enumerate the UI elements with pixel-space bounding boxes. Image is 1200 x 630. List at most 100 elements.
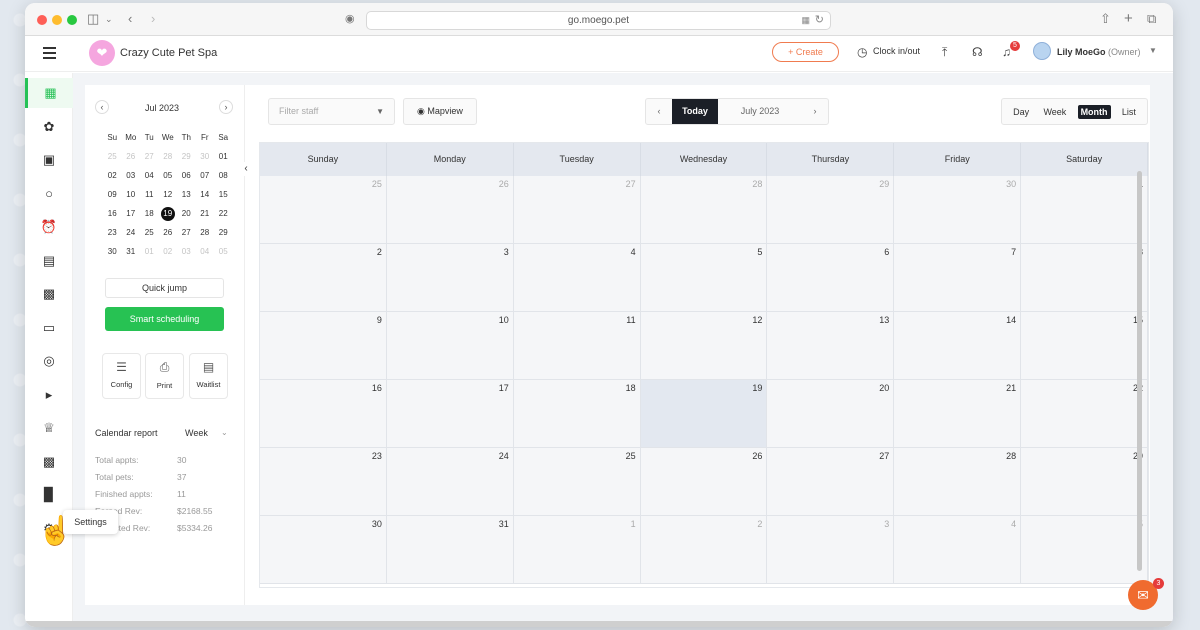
close-window-button[interactable]: [37, 15, 47, 25]
mini-day[interactable]: 05: [214, 242, 233, 261]
mini-day[interactable]: 16: [103, 204, 122, 223]
calendar-day-cell[interactable]: 30: [894, 176, 1022, 244]
next-month-icon[interactable]: ›: [219, 100, 233, 114]
calendar-day-cell[interactable]: 28: [894, 448, 1022, 516]
minimize-window-button[interactable]: [52, 15, 62, 25]
prev-period-icon[interactable]: ‹: [646, 99, 672, 124]
calendar-day-cell[interactable]: 11: [513, 312, 641, 380]
calendar-day-cell[interactable]: 20: [767, 380, 895, 448]
staff-icon[interactable]: ▩: [25, 279, 73, 309]
message-icon[interactable]: ○: [25, 179, 73, 209]
user-menu[interactable]: Lily MoeGo (Owner): [1057, 47, 1141, 57]
mini-day[interactable]: 25: [103, 147, 122, 166]
clock-in-out-button[interactable]: Clock in/out: [873, 46, 920, 56]
caret-down-icon[interactable]: ▼: [1149, 46, 1157, 55]
mini-day[interactable]: 17: [122, 204, 141, 223]
calendar-day-cell[interactable]: 1: [513, 516, 641, 584]
filter-staff-select[interactable]: Filter staff ▼: [268, 98, 395, 125]
store-icon[interactable]: ▣: [25, 145, 73, 175]
calendar-day-cell[interactable]: 7: [894, 244, 1022, 312]
mini-day[interactable]: 27: [140, 147, 159, 166]
calendar-day-cell[interactable]: 10: [386, 312, 514, 380]
mini-day[interactable]: 11: [140, 185, 159, 204]
calendar-day-cell[interactable]: 26: [640, 448, 768, 516]
view-month-button[interactable]: Month: [1077, 104, 1111, 119]
schedule-icon[interactable]: ▤: [25, 246, 73, 276]
mini-day[interactable]: 20: [177, 204, 196, 223]
calendar-day-cell[interactable]: 22: [1021, 380, 1149, 448]
document-icon[interactable]: ▭: [25, 313, 73, 343]
mini-day[interactable]: 03: [177, 242, 196, 261]
mini-day[interactable]: 19: [159, 204, 178, 223]
calendar-day-cell[interactable]: 3: [386, 244, 514, 312]
calendar-day-cell[interactable]: 29: [767, 176, 895, 244]
chevron-down-icon[interactable]: ⌄: [105, 11, 113, 27]
calendar-day-cell[interactable]: 12: [640, 312, 768, 380]
calendar-day-cell[interactable]: 29: [1021, 448, 1149, 516]
address-bar[interactable]: go.moego.pet ▦ ↻: [366, 11, 831, 30]
sidebar-toggle-icon[interactable]: ◫: [87, 11, 99, 27]
mini-day[interactable]: 04: [140, 166, 159, 185]
calendar-day-cell[interactable]: 6: [767, 244, 895, 312]
mini-day[interactable]: 02: [159, 242, 178, 261]
view-list-button[interactable]: List: [1119, 105, 1139, 119]
mini-day[interactable]: 26: [159, 223, 178, 242]
calendar-day-cell[interactable]: 18: [513, 380, 641, 448]
page-scrollbar[interactable]: [1137, 171, 1142, 571]
today-button[interactable]: Today: [672, 99, 718, 124]
view-week-button[interactable]: Week: [1040, 105, 1069, 119]
calendar-day-cell[interactable]: 15: [1021, 312, 1149, 380]
mini-day[interactable]: 30: [103, 242, 122, 261]
calendar-day-cell[interactable]: 2: [640, 516, 768, 584]
prev-month-icon[interactable]: ‹: [95, 100, 109, 114]
quick-jump-button[interactable]: Quick jump: [105, 278, 224, 298]
mini-day[interactable]: 10: [122, 185, 141, 204]
next-period-icon[interactable]: ›: [802, 99, 828, 124]
calendar-day-cell[interactable]: 4: [894, 516, 1022, 584]
crown-icon[interactable]: ♕: [25, 413, 73, 443]
menu-icon[interactable]: [43, 47, 56, 62]
mini-day[interactable]: 31: [122, 242, 141, 261]
calendar-day-cell[interactable]: 30: [260, 516, 387, 584]
calendar-day-cell[interactable]: 27: [513, 176, 641, 244]
mini-day[interactable]: 26: [122, 147, 141, 166]
new-tab-icon[interactable]: +: [1124, 11, 1133, 27]
calendar-day-cell[interactable]: 8: [1021, 244, 1149, 312]
alarm-icon[interactable]: ⏰: [25, 212, 73, 242]
mini-day[interactable]: 22: [214, 204, 233, 223]
calendar-day-cell[interactable]: 16: [260, 380, 387, 448]
mini-day[interactable]: 29: [177, 147, 196, 166]
mini-day[interactable]: 28: [196, 223, 215, 242]
calendar-day-cell[interactable]: 3: [767, 516, 895, 584]
upload-icon[interactable]: ⤒: [942, 45, 947, 60]
chevron-down-icon[interactable]: ⌄: [221, 428, 228, 437]
print-button[interactable]: ⎙ Print: [145, 353, 184, 399]
calendar-day-cell[interactable]: 24: [386, 448, 514, 516]
avatar[interactable]: [1033, 42, 1051, 60]
waitlist-button[interactable]: ▤ Waitlist: [189, 353, 228, 399]
calendar-day-cell[interactable]: 26: [386, 176, 514, 244]
calendar-day-cell[interactable]: 23: [260, 448, 387, 516]
pet-icon[interactable]: ✿: [25, 112, 73, 142]
mini-day[interactable]: 06: [177, 166, 196, 185]
calendar-day-cell[interactable]: 13: [767, 312, 895, 380]
mini-day[interactable]: 08: [214, 166, 233, 185]
calendar-day-cell[interactable]: 4: [513, 244, 641, 312]
mini-day[interactable]: 01: [140, 242, 159, 261]
collapse-sidebar-icon[interactable]: ‹: [239, 162, 253, 176]
tab-overview-icon[interactable]: ⧉: [1147, 11, 1156, 27]
calendar-day-cell[interactable]: 19: [640, 380, 768, 448]
chart-icon[interactable]: ▉: [25, 480, 73, 510]
mini-day[interactable]: 24: [122, 223, 141, 242]
view-day-button[interactable]: Day: [1010, 105, 1032, 119]
report-period-select[interactable]: Week: [185, 428, 208, 438]
calendar-day-cell[interactable]: 5: [640, 244, 768, 312]
appointment-icon[interactable]: ▩: [25, 447, 73, 477]
calendar-day-cell[interactable]: 9: [260, 312, 387, 380]
mini-day[interactable]: 23: [103, 223, 122, 242]
back-icon[interactable]: ‹: [128, 11, 132, 27]
mini-day[interactable]: 12: [159, 185, 178, 204]
megaphone-icon[interactable]: ▸: [25, 380, 73, 410]
config-button[interactable]: ☰ Config: [102, 353, 141, 399]
mini-day[interactable]: 15: [214, 185, 233, 204]
